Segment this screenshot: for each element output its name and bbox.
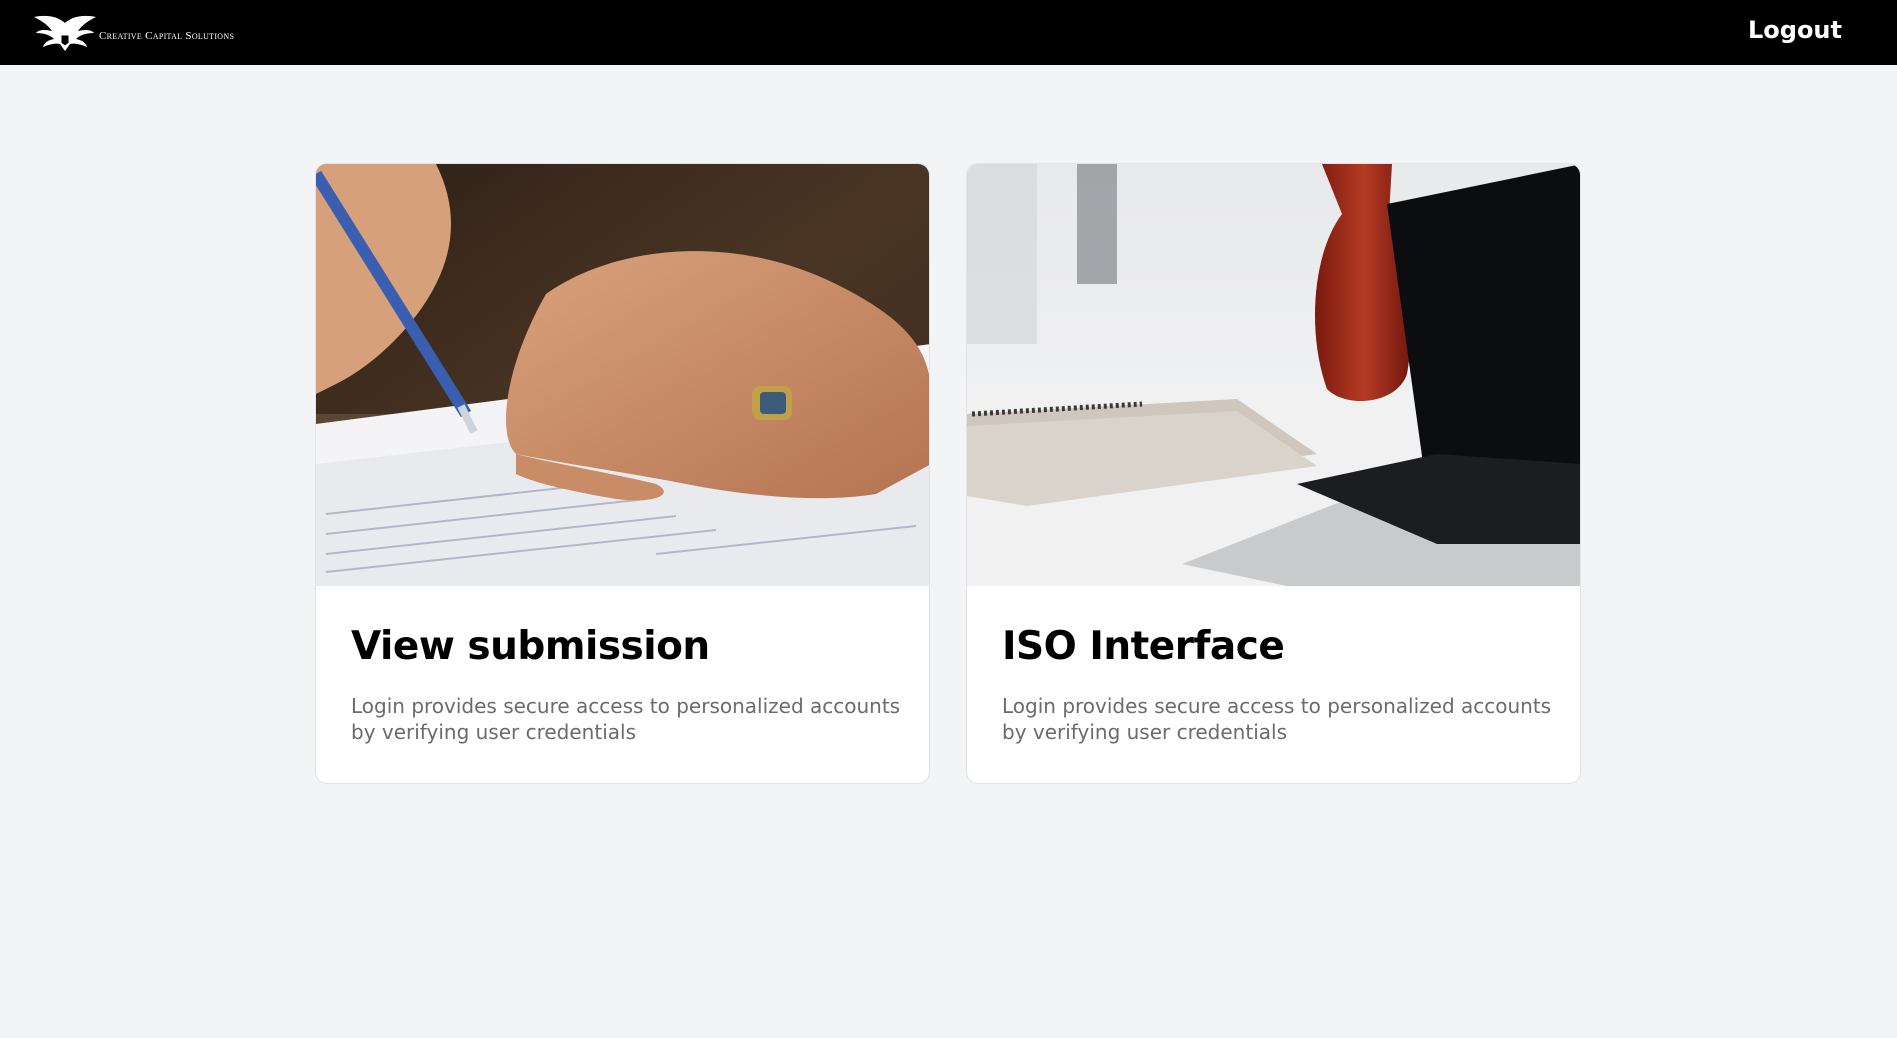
hand-signing-document-image bbox=[316, 164, 929, 586]
card-view-submission[interactable]: View submission Login provides secure ac… bbox=[315, 163, 930, 784]
card-description: Login provides secure access to personal… bbox=[351, 694, 901, 744]
logout-button[interactable]: Logout bbox=[1748, 16, 1842, 44]
eagle-logo-icon bbox=[34, 15, 96, 51]
card-iso-interface[interactable]: ISO Interface Login provides secure acce… bbox=[966, 163, 1581, 784]
card-title: ISO Interface bbox=[1002, 624, 1285, 669]
brand-logo[interactable]: Creative Capital Solutions bbox=[34, 13, 234, 53]
card-description: Login provides secure access to personal… bbox=[1002, 694, 1552, 744]
card-title: View submission bbox=[351, 624, 710, 669]
brand-name: Creative Capital Solutions bbox=[99, 30, 235, 42]
top-navbar: Creative Capital Solutions Logout bbox=[0, 0, 1897, 65]
laptop-notebook-desk-image bbox=[967, 164, 1580, 586]
